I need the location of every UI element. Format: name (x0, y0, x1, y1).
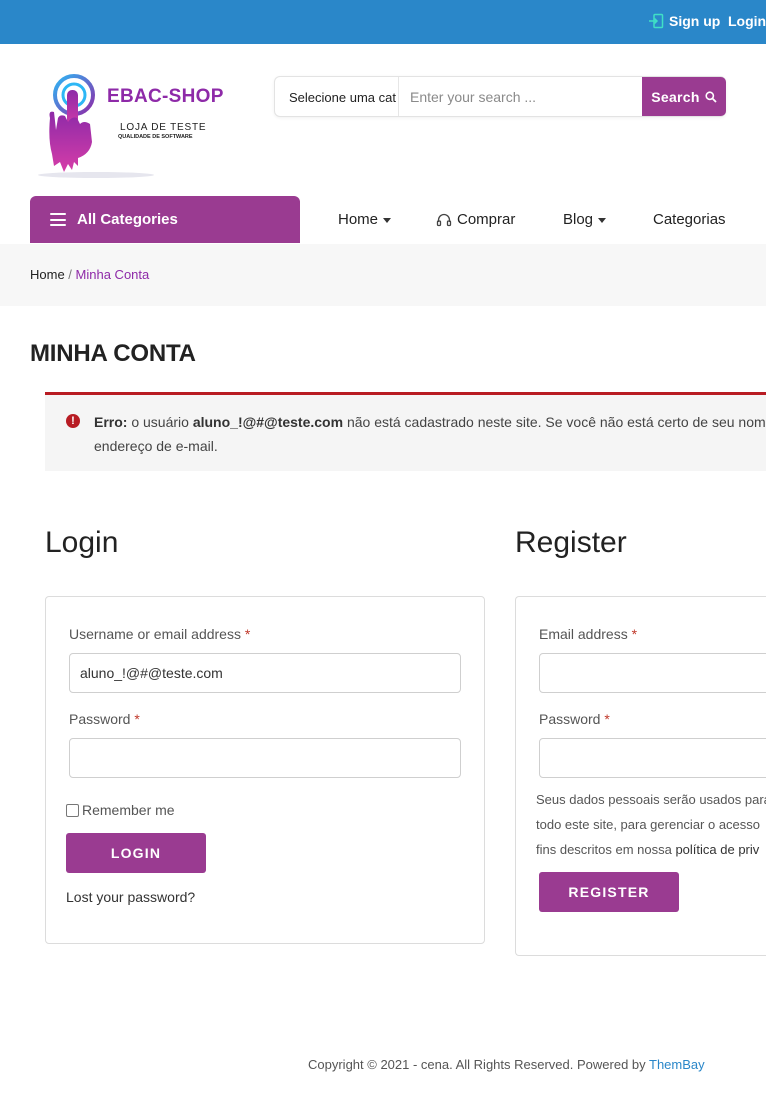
signup-label: Sign up (669, 13, 721, 29)
error-label: Erro: (94, 414, 128, 430)
privacy-policy-link[interactable]: política de priv (675, 842, 759, 857)
logo-brand: EBAC-SHOP (107, 86, 224, 107)
breadcrumb-current: Minha Conta (75, 267, 150, 282)
footer-text: Copyright © 2021 - cena. All Rights Rese… (308, 1057, 650, 1072)
register-password-label-text: Password (539, 711, 601, 727)
nav-categorias-label: Categorias (653, 211, 726, 228)
search-input[interactable] (399, 77, 642, 116)
breadcrumb-separator: / (64, 267, 76, 282)
error-notice: ! Erro: o usuário aluno_!@#@teste.com nã… (45, 392, 766, 471)
top-bar: Sign up Login (0, 0, 766, 44)
error-text-b: não está cadastrado neste site. Se você … (346, 414, 766, 430)
username-label-text: Username or email address (69, 626, 241, 642)
username-label: Username or email address * (69, 626, 250, 642)
menu-icon (50, 213, 66, 226)
remember-me[interactable]: Remember me (66, 802, 175, 818)
chevron-down-icon (383, 218, 392, 223)
required-mark: * (631, 626, 638, 642)
login-button[interactable]: LOGIN (66, 833, 206, 873)
error-icon: ! (66, 414, 80, 428)
required-mark: * (134, 711, 140, 727)
email-label: Email address * (539, 626, 637, 642)
required-mark: * (244, 626, 251, 642)
nav-comprar-label: Comprar (457, 211, 516, 228)
privacy-text-line3-a: fins descritos em nossa (536, 842, 676, 857)
nav-blog[interactable]: Blog (563, 211, 607, 228)
footer-brand-link[interactable]: ThemBay (649, 1057, 705, 1072)
nav-home[interactable]: Home (338, 211, 392, 228)
email-label-text: Email address (539, 626, 628, 642)
required-mark: * (604, 711, 610, 727)
password-label: Password * (69, 711, 140, 727)
privacy-text-line1: Seus dados pessoais serão usados para (536, 792, 766, 807)
password-label-text: Password (69, 711, 131, 727)
category-select[interactable]: Selecione uma cat (275, 77, 399, 116)
error-user: aluno_!@#@teste.com (192, 414, 344, 430)
nav-comprar[interactable]: Comprar (436, 211, 515, 228)
headset-icon (436, 213, 452, 226)
privacy-text-line3: fins descritos em nossa política de priv (536, 842, 759, 857)
register-button[interactable]: REGISTER (539, 872, 679, 912)
search-bar: Selecione uma cat Search (274, 76, 726, 117)
password-input[interactable] (69, 738, 461, 778)
error-message-line1: Erro: o usuário aluno_!@#@teste.com não … (94, 414, 766, 430)
chevron-down-icon (598, 218, 607, 223)
sign-in-icon (649, 13, 664, 29)
nav-categorias[interactable]: Categorias (653, 211, 726, 228)
privacy-text-line2: todo este site, para gerenciar o acesso (536, 817, 761, 832)
search-icon (705, 90, 717, 103)
nav-blog-label: Blog (563, 211, 594, 228)
nav-home-label: Home (338, 211, 379, 228)
search-button-label: Search (651, 88, 700, 105)
register-heading: Register (515, 526, 627, 559)
all-categories-button[interactable]: All Categories (30, 196, 300, 243)
login-link[interactable]: Login (728, 13, 766, 29)
breadcrumb: Home / Minha Conta (30, 267, 149, 282)
login-heading: Login (45, 526, 119, 559)
login-form: Username or email address * Password * R… (45, 596, 485, 944)
footer: Copyright © 2021 - cena. All Rights Rese… (308, 1057, 705, 1072)
register-password-input[interactable] (539, 738, 766, 778)
register-password-label: Password * (539, 711, 610, 727)
all-categories-label: All Categories (77, 211, 178, 228)
email-input[interactable] (539, 653, 766, 693)
breadcrumb-bar: Home / Minha Conta (0, 244, 766, 306)
logo-tagline: LOJA DE TESTE (120, 122, 207, 133)
lost-password-link[interactable]: Lost your password? (66, 889, 195, 905)
register-form: Email address * Password * Seus dados pe… (515, 596, 766, 956)
remember-checkbox[interactable] (66, 803, 79, 817)
breadcrumb-home[interactable]: Home (30, 267, 65, 282)
search-button[interactable]: Search (642, 77, 726, 116)
username-input[interactable] (69, 653, 461, 693)
error-text-a: o usuário (127, 414, 193, 430)
remember-label: Remember me (82, 802, 175, 818)
error-message-line2: endereço de e-mail. (94, 438, 218, 454)
logo-subtagline: QUALIDADE DE SOFTWARE (118, 134, 193, 140)
page-title: MINHA CONTA (30, 340, 196, 367)
signup-link[interactable]: Sign up (648, 13, 720, 29)
